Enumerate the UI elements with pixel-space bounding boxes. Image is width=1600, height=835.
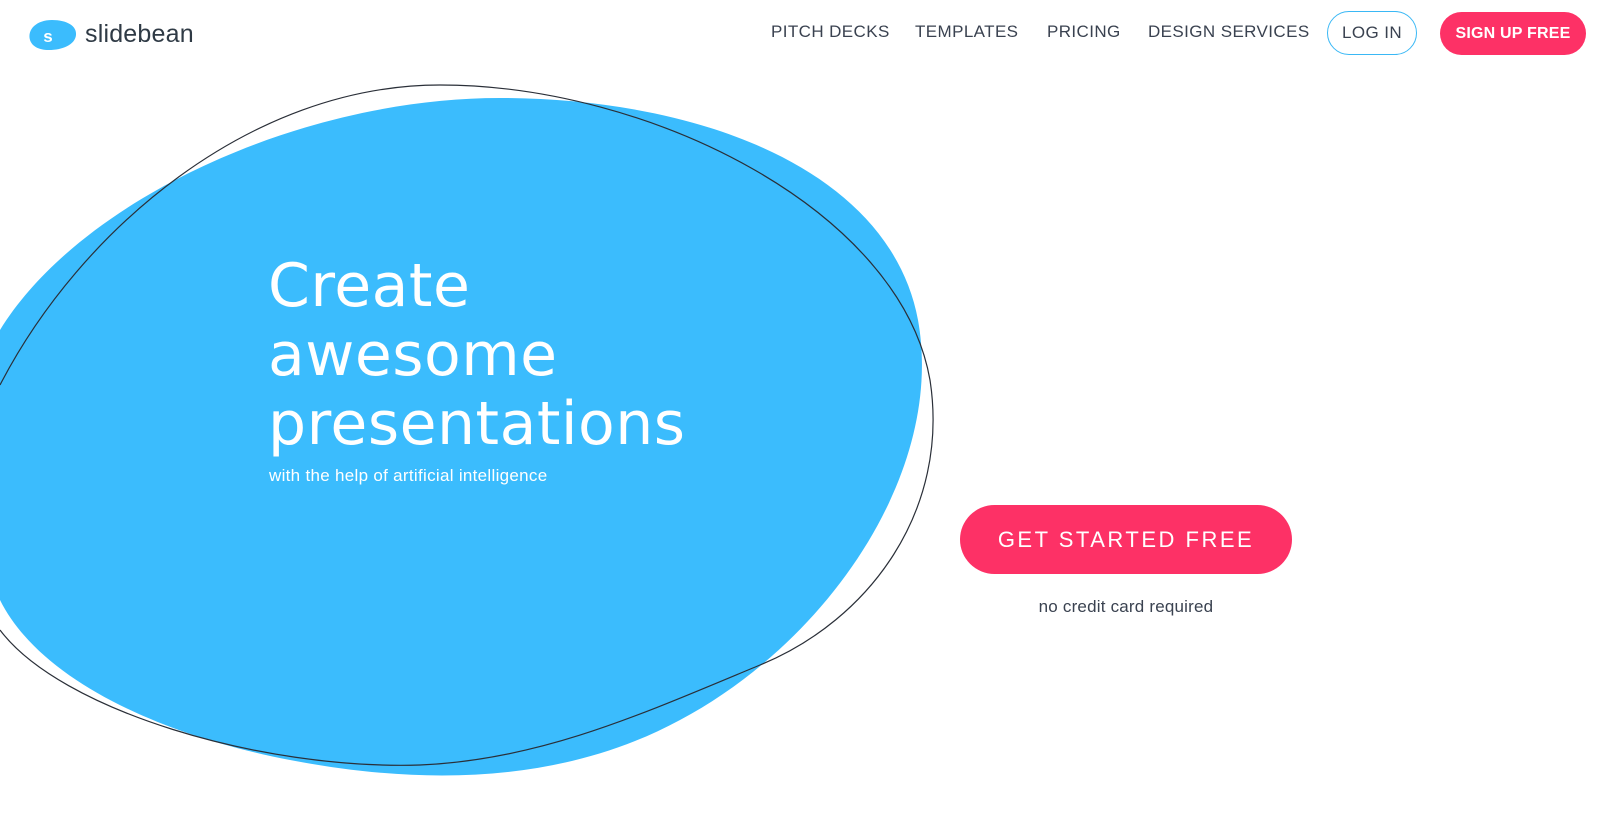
nav-link-templates[interactable]: TEMPLATES [915,22,1018,42]
hero-subtitle: with the help of artificial intelligence [269,466,548,485]
hero-title-line-2: awesome [268,320,558,390]
no-credit-card-note: no credit card required [1038,597,1214,616]
nav-link-pitch-decks[interactable]: PITCH DECKS [771,22,890,42]
landing-page: s slidebean PITCH DECKS TEMPLATES PRICIN… [0,0,1600,835]
slidebean-logo-icon: s [29,20,77,50]
logo-letter: s [43,27,52,46]
hero-title-line-3: presentations [268,389,686,459]
hero-blob-decoration [0,84,934,776]
hero-title-line-1: Create [268,251,471,321]
get-started-button[interactable]: GET STARTED FREE [960,505,1292,574]
nav-link-pricing[interactable]: PRICING [1047,22,1121,42]
top-navbar: s slidebean PITCH DECKS TEMPLATES PRICIN… [0,0,1600,66]
hero-title: Create awesome presentations [268,252,686,459]
nav-link-design-services[interactable]: DESIGN SERVICES [1148,22,1310,42]
login-button[interactable]: LOG IN [1327,11,1417,55]
signup-button[interactable]: SIGN UP FREE [1440,12,1586,55]
brand-name: slidebean [85,20,194,48]
logo-link[interactable]: s slidebean [27,17,194,51]
